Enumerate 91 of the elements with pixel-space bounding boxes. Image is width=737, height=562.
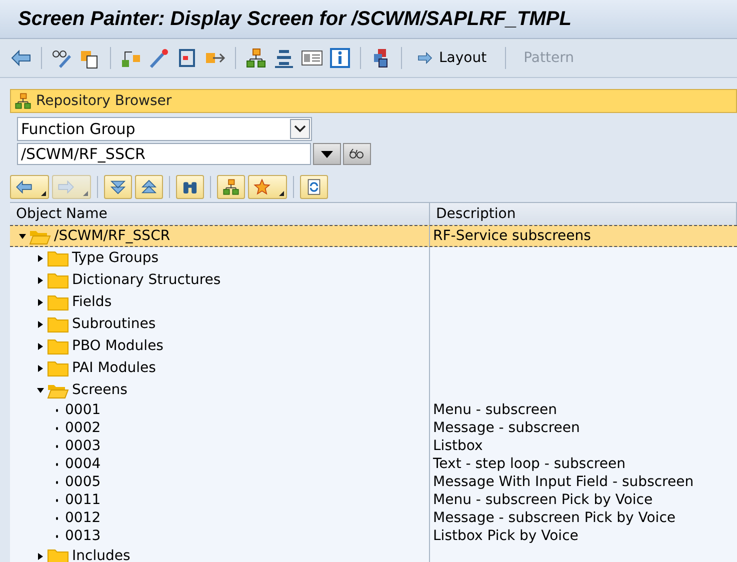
node-name: 0003 — [65, 438, 101, 454]
node-name: Includes — [72, 548, 130, 562]
tree-row[interactable]: Type Groups — [10, 247, 737, 269]
layout-button[interactable]: Layout — [411, 48, 491, 68]
hierarchy-icon — [221, 178, 241, 196]
node-description: Listbox Pick by Voice — [433, 528, 578, 544]
back-button[interactable] — [10, 175, 49, 199]
node-name: PBO Modules — [72, 338, 164, 354]
object-name-field[interactable]: /SCWM/RF_SSCR — [17, 143, 311, 165]
node-name: Screens — [72, 382, 128, 398]
align-icon[interactable] — [273, 47, 295, 69]
hierarchy-button[interactable] — [217, 175, 245, 199]
node-name: Type Groups — [72, 250, 159, 266]
back-icon[interactable] — [10, 47, 32, 69]
tree-row[interactable]: Dictionary Structures — [10, 269, 737, 291]
star-icon — [252, 178, 272, 196]
tree-row[interactable]: 0012 Message - subscreen Pick by Voice — [10, 509, 737, 527]
expand-icon — [108, 178, 128, 196]
dropdown-button[interactable] — [313, 143, 341, 165]
node-description: Listbox — [433, 438, 483, 454]
node-name: 0002 — [65, 420, 101, 436]
node-name: 0001 — [65, 402, 101, 418]
hierarchy-icon[interactable] — [245, 47, 267, 69]
column-header[interactable]: Description — [436, 206, 516, 222]
tree-row[interactable]: 0002 Message - subscreen — [10, 419, 737, 437]
node-name: /SCWM/RF_SSCR — [54, 228, 170, 244]
folder-icon — [47, 316, 69, 332]
tree-row[interactable]: 0011 Menu - subscreen Pick by Voice — [10, 491, 737, 509]
tree-row[interactable]: 0001 Menu - subscreen — [10, 401, 737, 419]
expand-arrow-icon[interactable] — [36, 276, 44, 284]
refresh-button[interactable] — [300, 175, 328, 199]
tree-row[interactable]: Fields — [10, 291, 737, 313]
node-name: 0011 — [65, 492, 101, 508]
expand-arrow-icon[interactable] — [36, 320, 44, 328]
node-name: 0012 — [65, 510, 101, 526]
node-name: 0013 — [65, 528, 101, 544]
find-button[interactable] — [176, 175, 204, 199]
arrow-icon — [415, 50, 435, 66]
tree-row[interactable]: /SCWM/RF_SSCR RF-Service subscreens — [10, 225, 737, 247]
column-header[interactable]: Object Name — [16, 206, 108, 222]
folder-icon — [47, 548, 69, 562]
expand-arrow-icon[interactable] — [36, 552, 44, 560]
tree-row[interactable]: 0003 Listbox — [10, 437, 737, 455]
tree-row[interactable]: Screens — [10, 379, 737, 401]
tree-row[interactable]: PAI Modules — [10, 357, 737, 379]
node-description: Message - subscreen Pick by Voice — [433, 510, 676, 526]
collapse-icon — [139, 178, 159, 196]
collapse-arrow-icon[interactable] — [36, 386, 44, 394]
node-name: 0004 — [65, 456, 101, 472]
node-name: 0005 — [65, 474, 101, 490]
tree-row[interactable]: 0004 Text - step loop - subscreen — [10, 455, 737, 473]
caret-icon — [321, 150, 333, 158]
folder-icon — [47, 294, 69, 310]
node-name: PAI Modules — [72, 360, 156, 376]
expand-arrow-icon[interactable] — [36, 364, 44, 372]
collapse-button[interactable] — [135, 175, 163, 199]
chevron-icon — [294, 125, 306, 133]
wand-icon[interactable] — [148, 47, 170, 69]
tree-row[interactable]: 0013 Listbox Pick by Voice — [10, 527, 737, 545]
collapse-arrow-icon[interactable] — [18, 232, 26, 240]
folder-icon — [47, 338, 69, 354]
node-description: Menu - subscreen Pick by Voice — [433, 492, 653, 508]
node-description: Menu - subscreen — [433, 402, 557, 418]
tree-row[interactable]: 0005 Message With Input Field - subscreen — [10, 473, 737, 491]
forward-icon — [56, 178, 76, 196]
display-button[interactable] — [343, 143, 371, 165]
glasses-icon — [349, 148, 365, 160]
window-title: Screen Painter: Display Screen for /SCWM/SAPLRF_TMPL — [0, 0, 737, 39]
folder-icon — [47, 272, 69, 288]
info-icon[interactable] — [329, 47, 351, 69]
expand-arrow-icon[interactable] — [36, 298, 44, 306]
node-name: Subroutines — [72, 316, 156, 332]
tree-row[interactable]: PBO Modules — [10, 335, 737, 357]
expand-arrow-icon[interactable] — [36, 342, 44, 350]
node-description: Message - subscreen — [433, 420, 580, 436]
tree-row[interactable]: Includes — [10, 545, 737, 562]
node-description: Text - step loop - subscreen — [433, 456, 626, 472]
node-name: Fields — [72, 294, 112, 310]
expand-arrow-icon[interactable] — [36, 254, 44, 262]
node-description: RF-Service subscreens — [433, 228, 591, 244]
folder-icon — [47, 250, 69, 266]
panel-title: Repository Browser — [36, 93, 172, 109]
back-icon — [14, 178, 34, 196]
node-description: Message With Input Field - subscreen — [433, 474, 694, 490]
object-type-dropdown[interactable]: Function Group — [17, 117, 312, 141]
folder-icon — [47, 360, 69, 376]
favorites-button[interactable] — [248, 175, 287, 199]
node-name: Dictionary Structures — [72, 272, 221, 288]
hierarchy-icon — [14, 92, 32, 110]
tree-row[interactable]: Subroutines — [10, 313, 737, 335]
expand-button[interactable] — [104, 175, 132, 199]
